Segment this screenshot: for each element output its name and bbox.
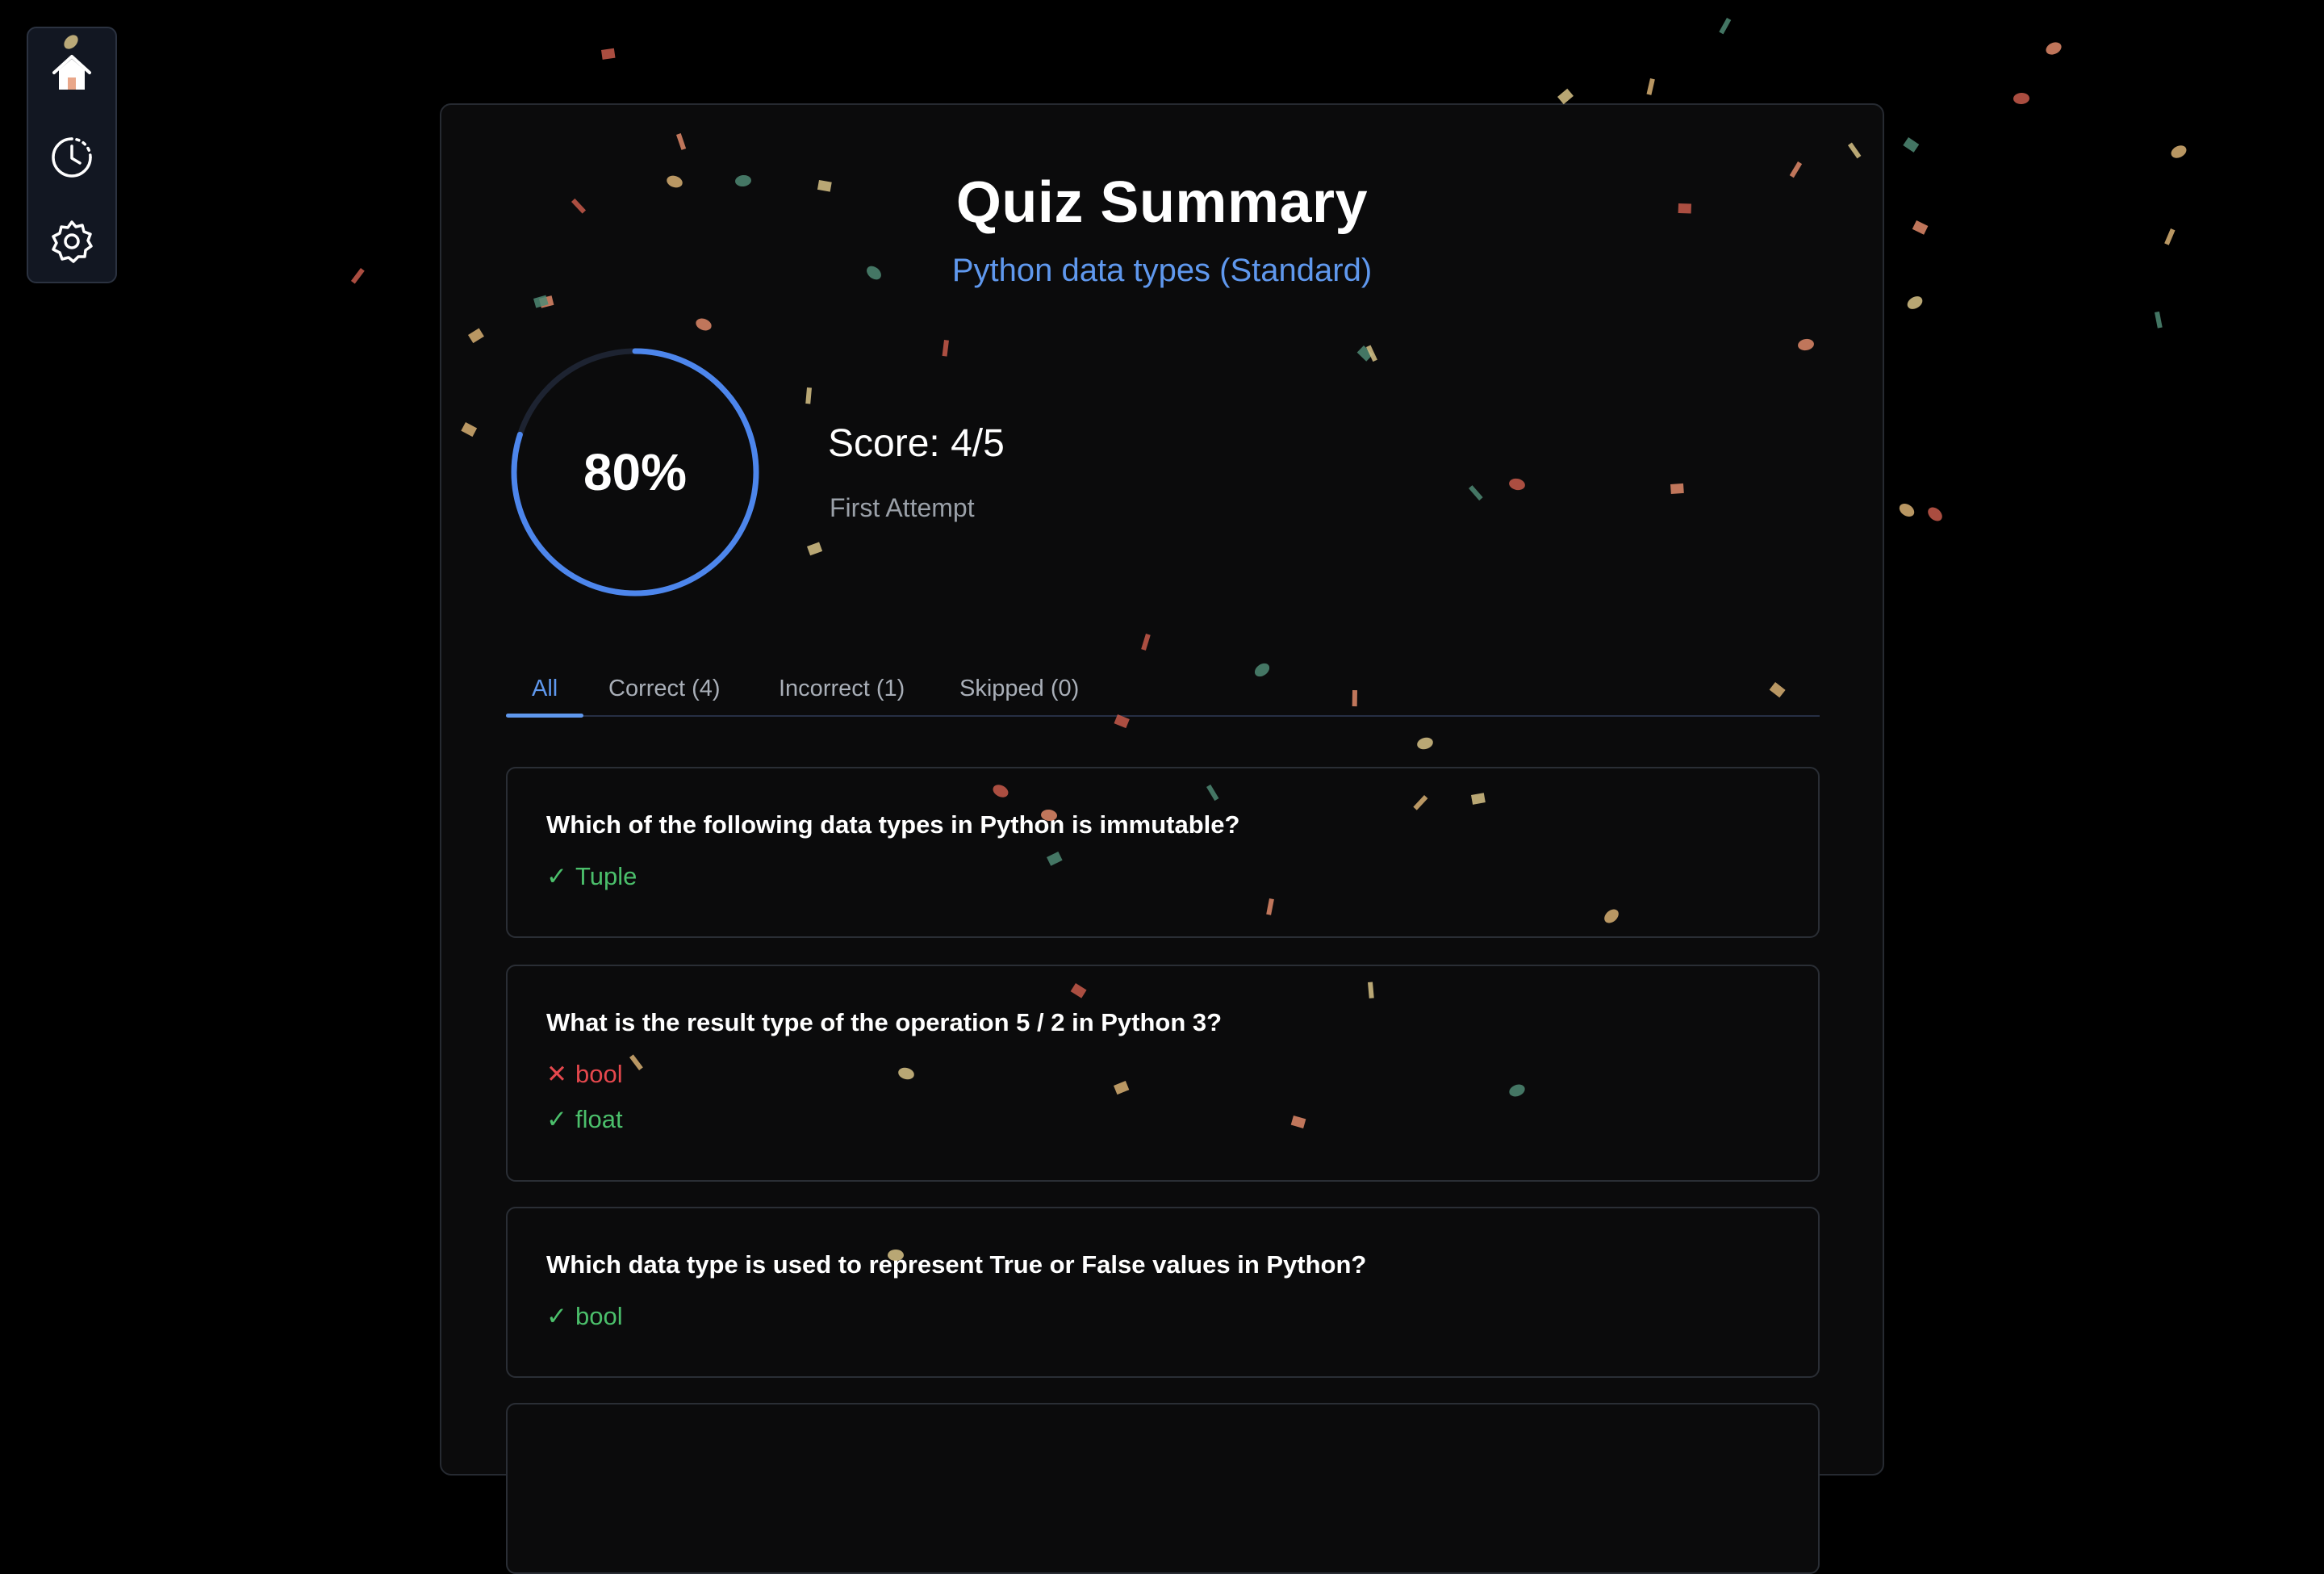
confetti-piece xyxy=(1899,503,1915,517)
question-card[interactable] xyxy=(506,1403,1820,1574)
tab-correct[interactable]: Correct (4) xyxy=(608,660,721,717)
confetti-piece xyxy=(2046,42,2062,55)
check-icon: ✓ xyxy=(546,1105,567,1133)
check-icon: ✓ xyxy=(546,862,567,890)
history-button[interactable] xyxy=(49,135,94,180)
tab-skipped[interactable]: Skipped (0) xyxy=(959,660,1079,717)
answer-wrong: ✕ bool xyxy=(546,1060,623,1089)
attempt-label: First Attempt xyxy=(830,493,975,522)
answer-correct: ✓ bool xyxy=(546,1302,623,1331)
home-button[interactable] xyxy=(49,51,94,96)
tab-all[interactable]: All xyxy=(532,660,558,717)
cross-icon: ✕ xyxy=(546,1060,567,1088)
quiz-summary-card: Quiz Summary Python data types (Standard… xyxy=(440,103,1884,1574)
question-text: Which data type is used to represent Tru… xyxy=(546,1250,1367,1279)
settings-button[interactable] xyxy=(49,219,94,264)
answer-text: bool xyxy=(575,1302,623,1330)
confetti-piece xyxy=(2164,228,2176,245)
answer-text: float xyxy=(575,1105,623,1133)
answer-text: bool xyxy=(575,1060,623,1088)
question-card[interactable]: Which of the following data types in Pyt… xyxy=(506,767,1820,938)
score-progress-ring: 80% xyxy=(510,347,760,597)
confetti-piece xyxy=(1928,507,1942,521)
history-clock-icon xyxy=(52,137,92,178)
tab-incorrect[interactable]: Incorrect (1) xyxy=(779,660,905,717)
question-card[interactable]: What is the result type of the operation… xyxy=(506,965,1820,1182)
confetti-piece xyxy=(2171,145,2187,158)
sidebar xyxy=(27,27,117,283)
answer-correct: ✓ Tuple xyxy=(546,862,637,891)
score-percent: 80% xyxy=(583,443,688,501)
filter-tabs: All Correct (4) Incorrect (1) Skipped (0… xyxy=(506,660,1820,718)
home-icon xyxy=(52,55,91,90)
score-text: Score: 4/5 xyxy=(828,422,1005,465)
confetti-piece xyxy=(1646,77,1655,95)
quiz-subtitle: Python data types (Standard) xyxy=(951,253,1373,288)
confetti-piece xyxy=(350,268,365,284)
confetti-piece xyxy=(601,48,616,60)
question-text: What is the result type of the operation… xyxy=(546,1008,1223,1036)
confetti-piece xyxy=(2013,92,2029,105)
answer-text: Tuple xyxy=(575,862,637,890)
gear-icon xyxy=(52,220,93,263)
check-icon: ✓ xyxy=(546,1302,567,1330)
confetti-piece xyxy=(1903,137,1920,153)
question-card[interactable]: Which data type is used to represent Tru… xyxy=(506,1207,1820,1378)
confetti-piece xyxy=(1557,88,1574,105)
confetti-piece xyxy=(1907,296,1923,309)
confetti-piece xyxy=(1912,220,1929,235)
active-tab-indicator xyxy=(506,714,583,718)
answer-correct: ✓ float xyxy=(546,1105,623,1134)
page-title: Quiz Summary xyxy=(955,170,1369,235)
question-text: Which of the following data types in Pyt… xyxy=(546,810,1240,839)
confetti-piece xyxy=(2155,311,2163,329)
confetti-piece xyxy=(1719,17,1732,35)
